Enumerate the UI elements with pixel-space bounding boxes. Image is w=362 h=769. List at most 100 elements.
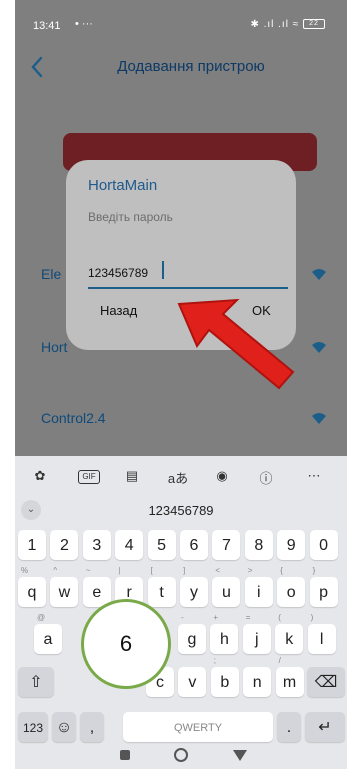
key-label: 9 bbox=[286, 537, 296, 554]
navigation-bar bbox=[15, 746, 347, 769]
key-k[interactable]: (k bbox=[275, 613, 304, 654]
key-6[interactable]: 6 bbox=[180, 530, 208, 560]
key-secondary-label: - bbox=[181, 613, 184, 622]
key-secondary-label: / bbox=[278, 656, 281, 665]
microphone-icon[interactable]: ◉ bbox=[211, 468, 233, 486]
key-secondary-label: ~ bbox=[85, 566, 91, 575]
key-label: i bbox=[257, 584, 261, 601]
back-nav-icon[interactable] bbox=[233, 750, 247, 761]
recent-apps-icon[interactable] bbox=[120, 750, 130, 760]
status-icons: ✱ .ıl .ıl ≈ 22 bbox=[250, 19, 325, 30]
key-label: l bbox=[319, 631, 324, 648]
status-time: 13:41 bbox=[33, 20, 61, 32]
password-hint: Введіть пароль bbox=[88, 210, 173, 224]
red-arrow-icon bbox=[177, 298, 295, 390]
more-icon[interactable]: ⋯ bbox=[303, 468, 325, 486]
backspace-key[interactable]: ⌫ bbox=[307, 667, 345, 697]
period-key[interactable]: . bbox=[277, 712, 301, 742]
key-label: m bbox=[282, 674, 297, 691]
key-secondary-label: + bbox=[213, 613, 219, 622]
key-secondary-label: > bbox=[247, 566, 253, 575]
key-label: . bbox=[286, 719, 292, 736]
enter-key[interactable]: ↵ bbox=[305, 712, 345, 742]
key-label: j bbox=[255, 631, 259, 648]
key-label: p bbox=[319, 584, 329, 601]
wifi-icon bbox=[312, 342, 326, 353]
key-y[interactable]: ] y bbox=[180, 566, 208, 607]
suggestion-text[interactable]: 123456789 bbox=[15, 503, 347, 518]
key-secondary-label: [ bbox=[150, 566, 153, 575]
key-1[interactable]: 1 bbox=[18, 530, 46, 560]
key-label: g bbox=[187, 631, 197, 648]
key-secondary-label: ^ bbox=[53, 566, 58, 575]
key-8[interactable]: 8 bbox=[244, 530, 273, 560]
key-w[interactable]: ^ w bbox=[50, 566, 79, 607]
network-name: Hort bbox=[41, 339, 68, 355]
suggestion-bar: ⌄ 123456789 bbox=[15, 500, 347, 522]
key-label: 4 bbox=[124, 537, 134, 554]
key-j[interactable]: = j bbox=[242, 613, 271, 654]
comma-key[interactable]: , bbox=[80, 712, 104, 742]
key-label: 7 bbox=[221, 537, 231, 554]
gif-icon[interactable]: GIF bbox=[78, 470, 100, 484]
key-label: QWERTY bbox=[173, 722, 223, 734]
handwriting-icon[interactable]: ✿ bbox=[29, 468, 51, 486]
key-secondary-label: ( bbox=[278, 613, 281, 622]
key-g[interactable]: -g bbox=[178, 613, 206, 654]
key-b[interactable]: ; b bbox=[210, 656, 239, 697]
wifi-status-icon: ≈ bbox=[292, 19, 300, 30]
key-4[interactable]: 4 bbox=[115, 530, 144, 560]
keyboard-toolbar: ✿ GIF ▤ aあ ◉ ⓘ ⋯ bbox=[15, 456, 347, 496]
key-o[interactable]: {o bbox=[277, 566, 306, 607]
emoji-key[interactable]: ☺ bbox=[52, 712, 76, 742]
key-7[interactable]: 7 bbox=[212, 530, 241, 560]
key-label: ⇧ bbox=[29, 674, 43, 691]
key-3[interactable]: 3 bbox=[82, 530, 111, 560]
key-h[interactable]: + h bbox=[210, 613, 239, 654]
key-label: 0 bbox=[319, 537, 329, 554]
key-t[interactable]: [t bbox=[147, 566, 176, 607]
key-label: w bbox=[58, 584, 71, 601]
network-name: Control2.4 bbox=[41, 410, 106, 426]
key-v[interactable]: v bbox=[178, 667, 207, 697]
network-item[interactable]: Control2.4 bbox=[41, 410, 331, 434]
app-header: Додавання пристрою bbox=[15, 48, 347, 88]
key-0[interactable]: 0 bbox=[309, 530, 338, 560]
status-indicators: • ··· bbox=[75, 18, 93, 30]
wifi-icon bbox=[312, 269, 326, 280]
clipboard-icon[interactable]: ▤ bbox=[121, 468, 143, 486]
key-label: k bbox=[285, 631, 294, 648]
wifi-icon bbox=[312, 413, 326, 424]
key-q[interactable]: % q bbox=[18, 566, 46, 607]
key-label: 8 bbox=[254, 537, 264, 554]
key-9[interactable]: 9 bbox=[277, 530, 306, 560]
battery-icon: 22 bbox=[303, 19, 325, 30]
key-label: v bbox=[188, 674, 197, 691]
key-l[interactable]: ) l bbox=[307, 613, 336, 654]
back-button[interactable]: Назад bbox=[100, 303, 137, 318]
key-p[interactable]: } p bbox=[309, 566, 338, 607]
key-label: b bbox=[220, 674, 230, 691]
key-label: u bbox=[221, 584, 231, 601]
key-i[interactable]: > i bbox=[244, 566, 273, 607]
info-icon[interactable]: ⓘ bbox=[255, 468, 277, 486]
key-n[interactable]: n bbox=[243, 667, 272, 697]
key-label: q bbox=[27, 584, 37, 601]
key-label: o bbox=[286, 584, 296, 601]
shift-key[interactable]: ⇧ bbox=[18, 667, 54, 697]
translate-icon[interactable]: aあ bbox=[167, 468, 189, 486]
space-key[interactable]: QWERTY bbox=[123, 712, 273, 742]
key-label: ☺ bbox=[55, 719, 73, 736]
key-secondary-label: @ bbox=[37, 613, 46, 622]
home-icon[interactable] bbox=[174, 748, 188, 762]
key-m[interactable]: / m bbox=[275, 656, 304, 697]
key-label: ↵ bbox=[318, 719, 332, 736]
key-u[interactable]: < u bbox=[212, 566, 241, 607]
key-2[interactable]: 2 bbox=[50, 530, 79, 560]
key-secondary-label: ; bbox=[213, 656, 217, 665]
numbers-key[interactable]: 123 bbox=[18, 712, 48, 742]
key-5[interactable]: 5 bbox=[147, 530, 176, 560]
key-a[interactable]: @ a bbox=[34, 613, 62, 654]
key-secondary-label: = bbox=[245, 613, 251, 622]
key-secondary-label: { bbox=[280, 566, 283, 575]
